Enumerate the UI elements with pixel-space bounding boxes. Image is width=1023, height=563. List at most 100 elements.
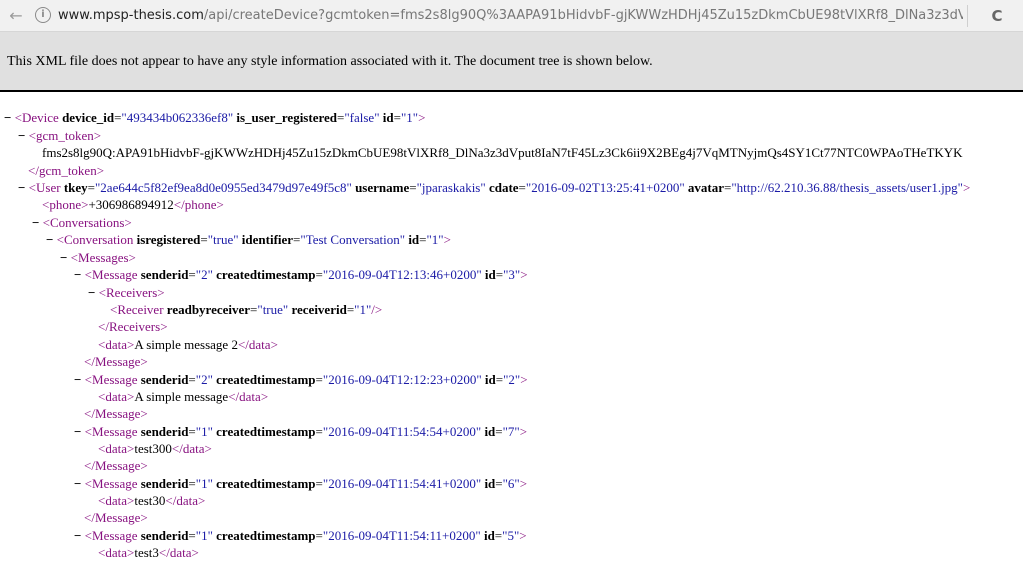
attr-name: id: [484, 372, 496, 387]
receiver-element: <Receiver readbyreceiver="true" receiver…: [110, 302, 383, 317]
attr-value: "5": [502, 528, 520, 543]
collapse-toggle-icon[interactable]: −: [60, 250, 67, 265]
tag-open: <Messages>: [70, 250, 136, 265]
attr-value: "true": [257, 302, 289, 317]
attr-name: senderid: [140, 528, 189, 543]
tag-open: <data>: [98, 441, 135, 456]
attr-value: "1": [354, 302, 372, 317]
tag-open: <data>: [98, 545, 135, 560]
tag-open: <Receivers>: [98, 285, 165, 300]
attr-value: "2": [195, 267, 213, 282]
address-bar[interactable]: www.mpsp-thesis.com/api/createDevice?gcm…: [58, 4, 963, 28]
tag-close: >: [418, 110, 426, 125]
conversations-element: − <Conversations>: [32, 214, 132, 231]
data-value: test30: [134, 493, 166, 508]
tag-open: <data>: [98, 493, 135, 508]
attr-value: "false": [344, 110, 380, 125]
attr-value: "6": [502, 476, 520, 491]
message-element: − <Message senderid="1" createdtimestamp…: [74, 528, 527, 543]
tag-close: </Message>: [84, 458, 148, 473]
tag-close: </Message>: [84, 510, 148, 525]
collapse-toggle-icon[interactable]: −: [4, 110, 11, 125]
data-value: test3: [134, 545, 159, 560]
data-element: <data>A simple message 2</data>: [98, 336, 278, 353]
tag-close: >: [519, 424, 528, 439]
attr-value: "true": [207, 232, 239, 247]
collapse-toggle-icon[interactable]: −: [74, 528, 81, 543]
collapse-toggle-icon[interactable]: −: [88, 285, 95, 300]
attr-value: "1": [195, 476, 213, 491]
reload-icon[interactable]: C: [986, 5, 1008, 27]
gcm-token-open: − <gcm_token>: [18, 127, 101, 144]
user-element: − <User tkey="2ae644c5f82ef9ea8d0e0955ed…: [18, 180, 971, 195]
tag-close: >: [520, 372, 528, 387]
back-arrow-icon[interactable]: ←: [6, 6, 26, 26]
attr-name: cdate: [488, 180, 519, 195]
gcm-token-value: fms2s8lg90Q:APA91bHidvbF-gjKWWzHDHj45Zu1…: [42, 145, 963, 160]
tag-open: <phone>: [42, 197, 89, 212]
attr-name: id: [382, 110, 394, 125]
data-element: <data>test300</data>: [98, 440, 212, 457]
attr-value: "3": [503, 267, 521, 282]
tag-close: </data>: [228, 389, 269, 404]
attr-name: senderid: [140, 372, 189, 387]
data-element: <data>test30</data>: [98, 492, 205, 509]
attr-value: "jparaskakis": [416, 180, 486, 195]
message-element: − <Message senderid="1" createdtimestamp…: [74, 424, 528, 439]
attr-name: isregistered: [136, 232, 201, 247]
attr-name: readbyreceiver: [166, 302, 251, 317]
phone-element: <phone>+306986894912</phone>: [42, 196, 224, 213]
message-element: − <Message senderid="2" createdtimestamp…: [74, 372, 528, 387]
collapse-toggle-icon[interactable]: −: [74, 424, 81, 439]
attr-value: "2": [503, 372, 521, 387]
attr-value: "1": [195, 528, 213, 543]
tag-open: <User: [28, 180, 61, 195]
tag-open: <Conversation: [56, 232, 134, 247]
attr-name: id: [484, 267, 496, 282]
message-close: </Message>: [84, 509, 148, 526]
collapse-toggle-icon[interactable]: −: [18, 128, 25, 143]
collapse-toggle-icon[interactable]: −: [74, 267, 81, 282]
tag-open: <Conversations>: [42, 215, 132, 230]
attr-name: createdtimestamp: [216, 372, 316, 387]
tag-close: >: [519, 528, 527, 543]
collapse-toggle-icon[interactable]: −: [74, 372, 81, 387]
tag-open: <data>: [98, 337, 135, 352]
attr-name: avatar: [687, 180, 725, 195]
attr-value: "1": [400, 110, 419, 125]
site-info-icon[interactable]: i: [35, 7, 51, 23]
tag-close: </Message>: [84, 354, 148, 369]
attr-name: is_user_registered: [236, 110, 338, 125]
tag-close: </data>: [158, 545, 199, 560]
attr-value: "1": [426, 232, 444, 247]
tag-close: >: [519, 476, 528, 491]
tag-open: <Message: [84, 476, 138, 491]
data-value: test300: [134, 441, 172, 456]
attr-name: createdtimestamp: [216, 476, 316, 491]
attr-value: "493434b062336ef8": [121, 110, 234, 125]
attr-value: "2016-09-02T13:25:41+0200": [525, 180, 685, 195]
receivers-element: − <Receivers>: [88, 284, 165, 301]
data-element: <data>A simple message</data>: [98, 388, 268, 405]
attr-value: "Test Conversation": [300, 232, 406, 247]
attr-name: senderid: [140, 267, 189, 282]
tag-close: >: [443, 232, 451, 247]
attr-value: "7": [502, 424, 520, 439]
messages-element: − <Messages>: [60, 249, 136, 266]
tag-open: <gcm_token>: [28, 128, 102, 143]
attr-value: "1": [195, 424, 213, 439]
collapse-toggle-icon[interactable]: −: [32, 215, 39, 230]
tag-close: </gcm_token>: [28, 163, 105, 178]
attr-name: id: [484, 424, 496, 439]
toolbar-divider: [967, 5, 968, 27]
collapse-toggle-icon[interactable]: −: [74, 476, 81, 491]
collapse-toggle-icon[interactable]: −: [46, 232, 53, 247]
url-path: /api/createDevice?gcmtoken=fms2s8lg90Q%3…: [203, 8, 963, 23]
collapse-toggle-icon[interactable]: −: [18, 180, 25, 195]
tag-close: </Receivers>: [98, 319, 168, 334]
url-host: www.mpsp-thesis.com: [58, 8, 204, 23]
message-element: − <Message senderid="1" createdtimestamp…: [74, 476, 528, 491]
data-value: A simple message: [134, 389, 229, 404]
tag-close: </data>: [171, 441, 212, 456]
receivers-close: </Receivers>: [98, 318, 168, 335]
